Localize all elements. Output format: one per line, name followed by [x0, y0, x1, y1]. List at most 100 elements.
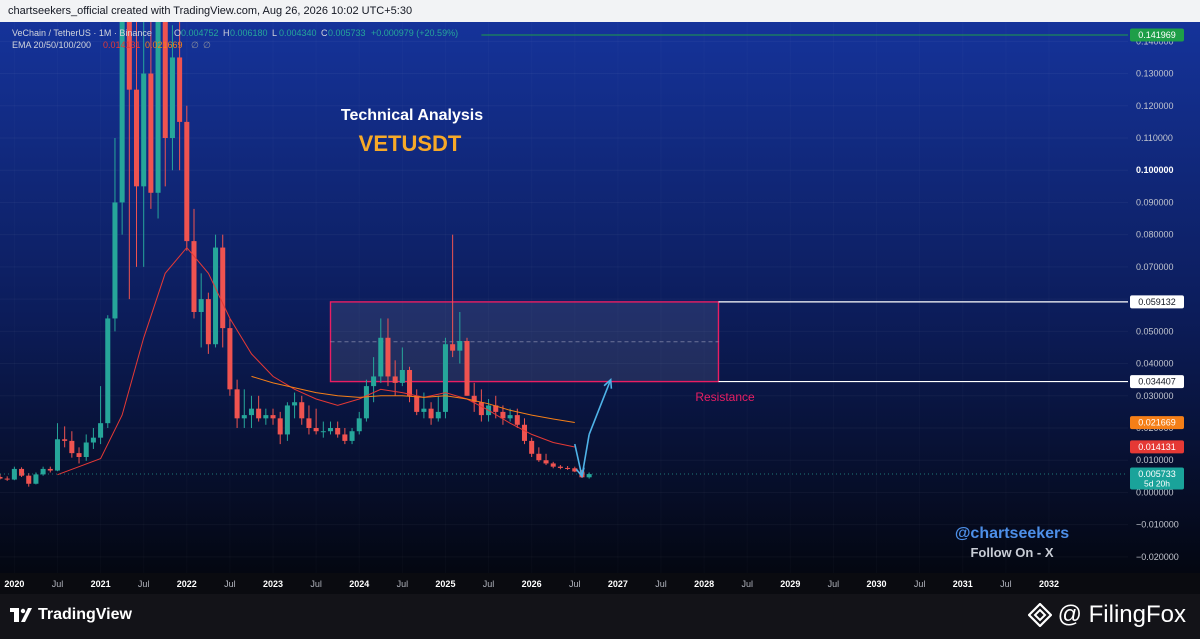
candle-body: [378, 337, 384, 377]
x-tick-label: Jul: [138, 579, 150, 589]
legend-ohlc-label: O: [174, 28, 181, 38]
candle-body: [241, 415, 247, 419]
price-tag-label: 0.141969: [1138, 30, 1176, 40]
x-tick-label: 2022: [177, 579, 197, 589]
x-tick-label: Jul: [914, 579, 926, 589]
x-tick-label: Jul: [52, 579, 64, 589]
candle-body: [464, 341, 470, 396]
candle-body: [407, 370, 413, 396]
candle-body: [335, 428, 341, 435]
candle-body: [363, 386, 369, 419]
candle-body: [220, 247, 226, 329]
watermark-follow: Follow On - X: [970, 545, 1053, 560]
candle-body: [392, 376, 398, 383]
candle-body: [0, 476, 3, 479]
candle-body: [478, 402, 484, 416]
price-tag-label: 0.014131: [1138, 442, 1176, 452]
candle-body: [306, 418, 312, 428]
candle-body: [557, 466, 563, 468]
candle-body: [414, 395, 420, 412]
candle-body: [428, 408, 434, 419]
legend-ohlc-label: C: [321, 28, 328, 38]
candle-body: [76, 453, 82, 457]
candle-body: [543, 460, 549, 464]
candle-body: [284, 405, 290, 435]
resistance-label: Resistance: [695, 390, 755, 404]
price-tag-label: 0.021669: [1138, 418, 1176, 428]
candle-body: [184, 121, 190, 242]
x-tick-label: 2020: [4, 579, 24, 589]
filingfox-wordmark: @ FilingFox: [1057, 601, 1186, 628]
x-tick-label: 2024: [349, 579, 369, 589]
candle-body: [198, 299, 204, 312]
x-tick-label: Jul: [397, 579, 409, 589]
legend-ohlc-value: 0.005733: [328, 28, 366, 38]
footer-bar: TradingView @ FilingFox: [0, 594, 1200, 639]
x-tick-label: Jul: [1000, 579, 1012, 589]
legend-ohlc-value: 0.004340: [279, 28, 317, 38]
x-tick-label: Jul: [828, 579, 840, 589]
candle-body: [327, 428, 334, 432]
candle-body: [177, 57, 183, 122]
candle-body: [148, 73, 154, 193]
y-tick-label: 0.030000: [1136, 391, 1174, 401]
x-tick-label: 2031: [953, 579, 973, 589]
candle-body: [62, 439, 68, 441]
x-tick-label: 2026: [522, 579, 542, 589]
x-tick-label: Jul: [310, 579, 322, 589]
credit-bar: chartseekers_official created with Tradi…: [0, 0, 1200, 22]
candle-body: [47, 468, 53, 471]
candle-body: [536, 453, 542, 461]
candle-body: [292, 402, 298, 406]
watermark-handle: @chartseekers: [955, 525, 1069, 542]
y-tick-label: 0.120000: [1136, 101, 1174, 111]
candle-body: [550, 463, 556, 467]
y-tick-label: −0.010000: [1136, 520, 1179, 530]
candle-body: [227, 328, 233, 390]
chart-frame: chartseekers_official created with Tradi…: [0, 0, 1200, 639]
candle-body: [263, 415, 269, 419]
filingfox-icon: [1027, 603, 1052, 627]
candle-body: [248, 408, 254, 416]
candle-body: [442, 344, 448, 412]
candle-body: [133, 89, 140, 187]
legend-ema200-null: ∅: [203, 40, 211, 50]
candle-body: [529, 440, 535, 454]
candle-body: [320, 431, 326, 433]
candle-body: [349, 431, 355, 441]
candle-body: [356, 418, 362, 432]
x-tick-label: 2027: [608, 579, 628, 589]
legend-ema20-value: 0.014131: [103, 40, 141, 50]
candle-body: [435, 411, 441, 419]
y-tick-label: 0.080000: [1136, 230, 1174, 240]
legend-ohlc-label: H: [223, 28, 230, 38]
y-tick-label: 0.070000: [1136, 262, 1174, 272]
tradingview-logo[interactable]: TradingView: [10, 606, 132, 624]
candle-body: [342, 434, 348, 441]
legend-ohlc-value: 0.004752: [181, 28, 219, 38]
legend-ema-label: EMA 20/50/100/200: [12, 40, 91, 50]
y-tick-label: 0.010000: [1136, 455, 1174, 465]
y-tick-label: 0.040000: [1136, 359, 1174, 369]
chart-canvas[interactable]: −0.020000−0.0100000.0000000.0100000.0200…: [0, 22, 1200, 594]
candle-body: [270, 415, 276, 419]
annotation-title: Technical Analysis: [341, 107, 483, 124]
candle-body: [90, 437, 96, 443]
tradingview-icon: [10, 608, 32, 622]
y-tick-label: −0.020000: [1136, 552, 1179, 562]
candle-body: [507, 415, 513, 419]
candle-body: [277, 418, 283, 435]
price-tag-label: 0.034407: [1138, 377, 1176, 387]
candle-body: [371, 376, 377, 387]
y-tick-label: 0.090000: [1136, 197, 1174, 207]
candle-body: [299, 402, 305, 419]
y-tick-label: 0.110000: [1136, 133, 1173, 143]
candle-body: [586, 474, 592, 478]
candle-body: [385, 337, 391, 377]
credit-text: chartseekers_official created with Tradi…: [8, 5, 413, 17]
candle-body: [205, 299, 211, 345]
candle-body: [141, 73, 147, 187]
price-tag-countdown: 5d 20h: [1144, 478, 1170, 488]
y-tick-label: 0.100000: [1136, 165, 1174, 175]
candle-body: [399, 370, 405, 383]
